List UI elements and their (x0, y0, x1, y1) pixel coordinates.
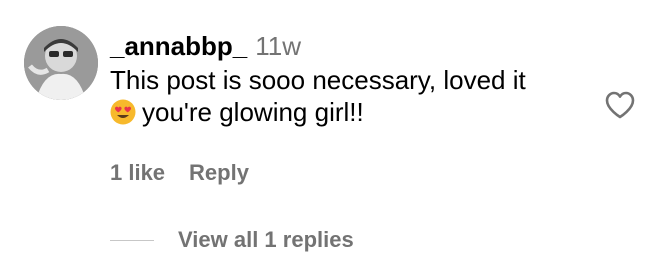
likes-count[interactable]: 1 like (110, 160, 165, 185)
view-replies-button[interactable]: View all 1 replies (178, 227, 354, 253)
comment-body: _annabbp_ 11w This post is sooo necessary… (110, 30, 590, 128)
replies-divider (110, 240, 154, 241)
comment-actions: 1 like Reply (110, 160, 249, 186)
username[interactable]: _annabbp_ (110, 31, 247, 61)
comment-text-line-2: you're glowing girl!! (110, 96, 590, 128)
comment-header: _annabbp_ 11w (110, 30, 590, 62)
heart-eyes-emoji (110, 99, 136, 125)
profile-photo (24, 26, 98, 100)
timestamp[interactable]: 11w (255, 31, 301, 61)
comment-text-line: This post is sooo necessary, loved it (110, 65, 526, 95)
comment-text-line-2-text: you're glowing girl!! (142, 97, 364, 127)
comment-text: This post is sooo necessary, loved it yo… (110, 64, 590, 128)
reply-button[interactable]: Reply (189, 160, 249, 185)
heart-outline-icon[interactable] (604, 90, 636, 120)
avatar[interactable] (24, 26, 98, 100)
